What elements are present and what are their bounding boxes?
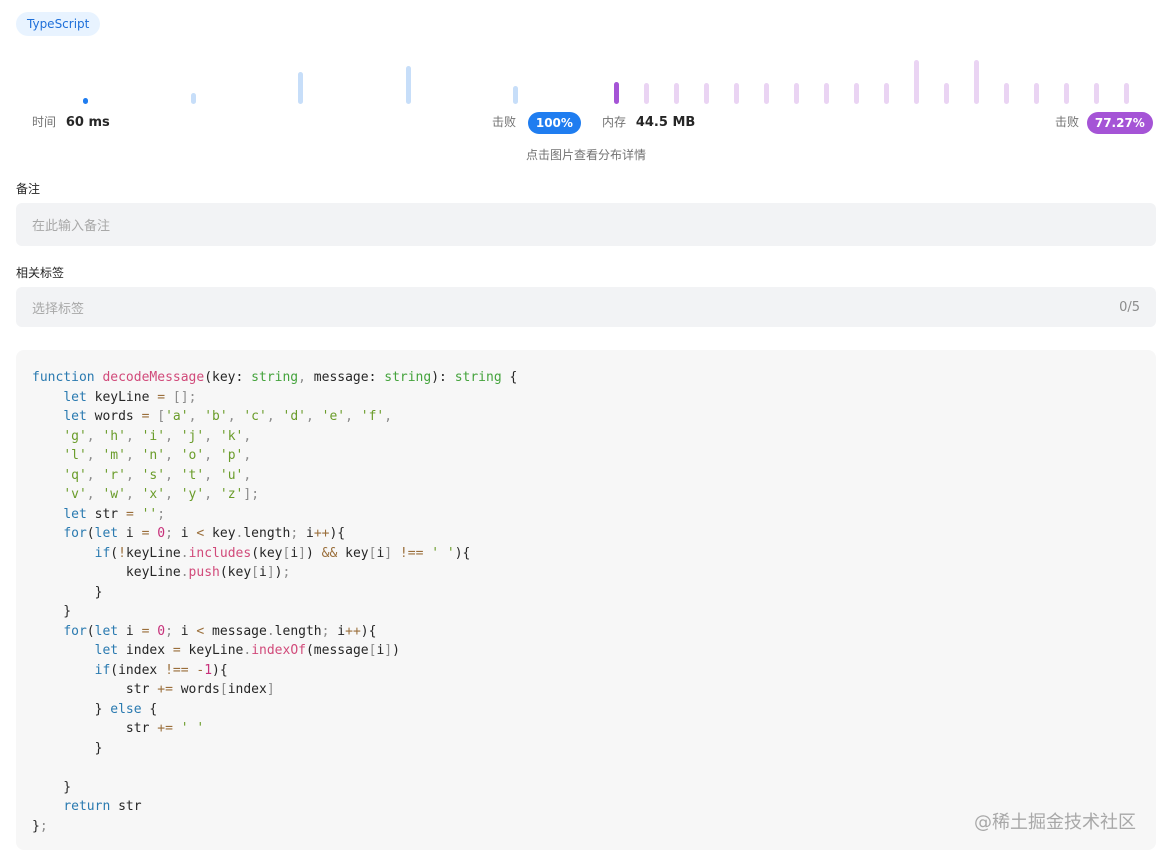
tags-counter: 0/5 <box>1119 299 1140 315</box>
chart-mem-bar <box>644 82 649 104</box>
code-line: 'g', 'h', 'i', 'j', 'k', <box>63 428 252 444</box>
code-line: let str = ''; <box>63 506 166 522</box>
code-line: let words = ['a', 'b', 'c', 'd', 'e', 'f… <box>63 409 393 424</box>
code-line: let keyLine = []; <box>63 389 197 405</box>
chart-mem-bar <box>1034 82 1039 104</box>
code-line: if(!keyLine.includes(key[i]) && key[i] !… <box>94 545 471 561</box>
code-line: 'v', 'w', 'x', 'y', 'z']; <box>63 487 260 502</box>
chart-mem-bar <box>674 82 679 104</box>
code-line: } else { <box>32 701 158 717</box>
runtime-metric: 时间 60 ms <box>32 110 110 134</box>
chart-mem-bar <box>614 82 619 104</box>
code-line: } <box>32 740 103 756</box>
chart-mem-bar <box>794 82 799 104</box>
code-line: } <box>32 779 72 795</box>
chart-mem-bar <box>944 82 949 104</box>
memory-beats-label: 击败 <box>1055 115 1080 129</box>
notes-input[interactable]: 在此输入备注 <box>16 203 1156 246</box>
memory-value: 44.5 MB <box>635 115 696 130</box>
chart-time-bar <box>298 72 303 104</box>
watermark: @稀土掘金技术社区 <box>974 812 1136 833</box>
tags-placeholder: 选择标签 <box>32 301 85 317</box>
code-line: str += words[index] <box>32 682 275 697</box>
chart-mem-bar <box>704 82 709 104</box>
code-line: for(let i = 0; i < message.length; i++){ <box>63 623 377 639</box>
chart-mem-bar <box>1064 82 1069 104</box>
chart-time-bar <box>405 66 411 104</box>
chart-mem-bar <box>914 60 919 104</box>
runtime-beats-label: 击败 <box>492 115 517 129</box>
distribution-hint: 点击图片查看分布详情 <box>525 148 646 162</box>
memory-label: 内存 <box>602 115 627 129</box>
code-line: if(index !== -1){ <box>94 662 228 678</box>
chart-mem-bar <box>1004 82 1009 104</box>
memory-metric: 内存 44.5 MB <box>602 110 695 134</box>
language-badge[interactable]: TypeScript <box>16 12 101 36</box>
chart-mem-bar <box>974 60 979 104</box>
chart-mem-bar <box>854 82 859 104</box>
code-line: keyLine.push(key[i]); <box>32 565 291 580</box>
memory-beats-badge: 77.27% <box>1086 111 1153 134</box>
chart-time-bar <box>83 98 88 104</box>
memory-beats: 击败 77.27% <box>1055 110 1153 134</box>
code-line: for(let i = 0; i < key.length; i++){ <box>63 526 346 541</box>
chart-mem-bar <box>884 82 889 104</box>
memory-distribution-chart[interactable] <box>600 50 1144 104</box>
chart-mem-bar <box>1124 82 1129 104</box>
chart-time-bar <box>513 86 518 104</box>
runtime-value: 60 ms <box>65 115 110 130</box>
code-line: str += ' ' <box>32 721 205 736</box>
runtime-label: 时间 <box>32 115 57 129</box>
chart-mem-bar <box>764 82 769 104</box>
code-line: } <box>32 584 103 600</box>
code-line: } <box>32 604 72 619</box>
notes-label: 备注 <box>16 182 41 196</box>
runtime-beats-badge: 100% <box>527 111 581 134</box>
runtime-distribution-chart[interactable] <box>16 50 576 104</box>
notes-placeholder: 在此输入备注 <box>32 219 111 234</box>
runtime-beats: 击败 100% <box>492 110 581 134</box>
code-line: 'l', 'm', 'n', 'o', 'p', <box>63 448 252 463</box>
chart-mem-bar <box>734 82 739 104</box>
code-line: 'q', 'r', 's', 't', 'u', <box>63 467 252 483</box>
tags-select[interactable]: 选择标签 0/5 <box>16 287 1156 327</box>
code-line: let index = keyLine.indexOf(message[i]) <box>94 643 400 658</box>
code-line: function decodeMessage(key: string, mess… <box>32 370 518 385</box>
code-block[interactable]: function decodeMessage(key: string, mess… <box>16 350 1156 850</box>
tags-label: 相关标签 <box>16 266 65 280</box>
chart-time-bar <box>190 93 196 104</box>
chart-mem-bar <box>1094 82 1099 104</box>
chart-mem-bar <box>824 82 829 104</box>
